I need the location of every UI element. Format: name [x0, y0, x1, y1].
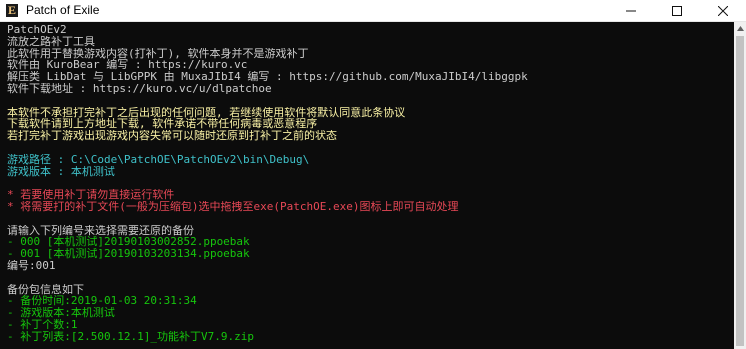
backup-info-title: 备份包信息如下	[7, 283, 84, 296]
backup-info-item: - 游戏版本:本机测试	[7, 307, 115, 319]
console-window: E Patch of Exile PatchOEv2 流放之路补丁工具 此软件用…	[0, 0, 746, 349]
game-version-line: 游戏版本 : 本机测试	[7, 165, 115, 178]
poe-app-icon[interactable]: E	[6, 4, 18, 17]
console-input-line[interactable]: 编号:001	[7, 260, 734, 272]
backup-list-item: - 001 [本机测试]20190103203134.ppoebak	[7, 248, 250, 260]
close-icon	[718, 5, 728, 16]
console-line: 流放之路补丁工具	[7, 35, 95, 48]
warning-line: * 将需要打的补丁文件(一般为压缩包)选中拖拽至exe(PatchOE.exe)…	[7, 200, 459, 213]
maximize-icon	[672, 5, 682, 16]
minimize-icon	[626, 10, 636, 11]
disclaimer-line: 若打完补丁游戏出现游戏内容失常可以随时还原到打补丁之前的状态	[7, 130, 337, 142]
backup-info-item: - 补丁个数:1	[7, 318, 78, 331]
warning-line: * 若要使用补丁请勿直接运行软件	[7, 189, 175, 201]
minimize-button[interactable]	[608, 0, 654, 21]
maximize-button[interactable]	[654, 0, 700, 21]
scroll-thumb[interactable]	[736, 36, 744, 346]
game-path-line: 游戏路径 : C:\Code\PatchOE\PatchOEv2\bin\Deb…	[7, 153, 310, 166]
chevron-up-icon	[736, 25, 744, 31]
title-bar[interactable]: E Patch of Exile	[0, 0, 746, 22]
disclaimer-line: 下载软件请到上方地址下载, 软件承诺不带任何病毒或恶意程序	[7, 118, 318, 131]
backup-info-item: - 备份时间:2019-01-03 20:31:34	[7, 295, 197, 308]
console-line: 此软件用于替换游戏内容(打补丁), 软件本身并不是游戏补丁	[7, 47, 309, 60]
disclaimer-line: 本软件不承担打完补丁之后出现的任何问题, 若继续使用软件将默认同意此条协议	[7, 106, 406, 119]
scroll-up-button[interactable]	[734, 22, 746, 34]
console-line: 软件下载地址 : https://kuro.vc/u/dlpatchoe	[7, 82, 272, 95]
console-output[interactable]: PatchOEv2 流放之路补丁工具 此软件用于替换游戏内容(打补丁), 软件本…	[0, 22, 734, 349]
restore-prompt: 请输入下列编号来选择需要还原的备份	[7, 224, 194, 237]
console-line: 软件由 KuroBear 编写 : https://kuro.vc	[7, 59, 248, 72]
vertical-scrollbar[interactable]	[734, 22, 746, 349]
console-line: PatchOEv2	[7, 24, 67, 36]
backup-list-item: - 000 [本机测试]20190103002852.ppoebak	[7, 236, 250, 249]
close-button[interactable]	[700, 0, 746, 21]
console-line: 解压类 LibDat 与 LibGPPK 由 MuxaJIbI4 编写 : ht…	[7, 71, 528, 83]
window-title: Patch of Exile	[26, 3, 100, 17]
backup-info-item: - 补丁列表:[2.500.12.1]_功能补丁V7.9.zip	[7, 330, 254, 343]
